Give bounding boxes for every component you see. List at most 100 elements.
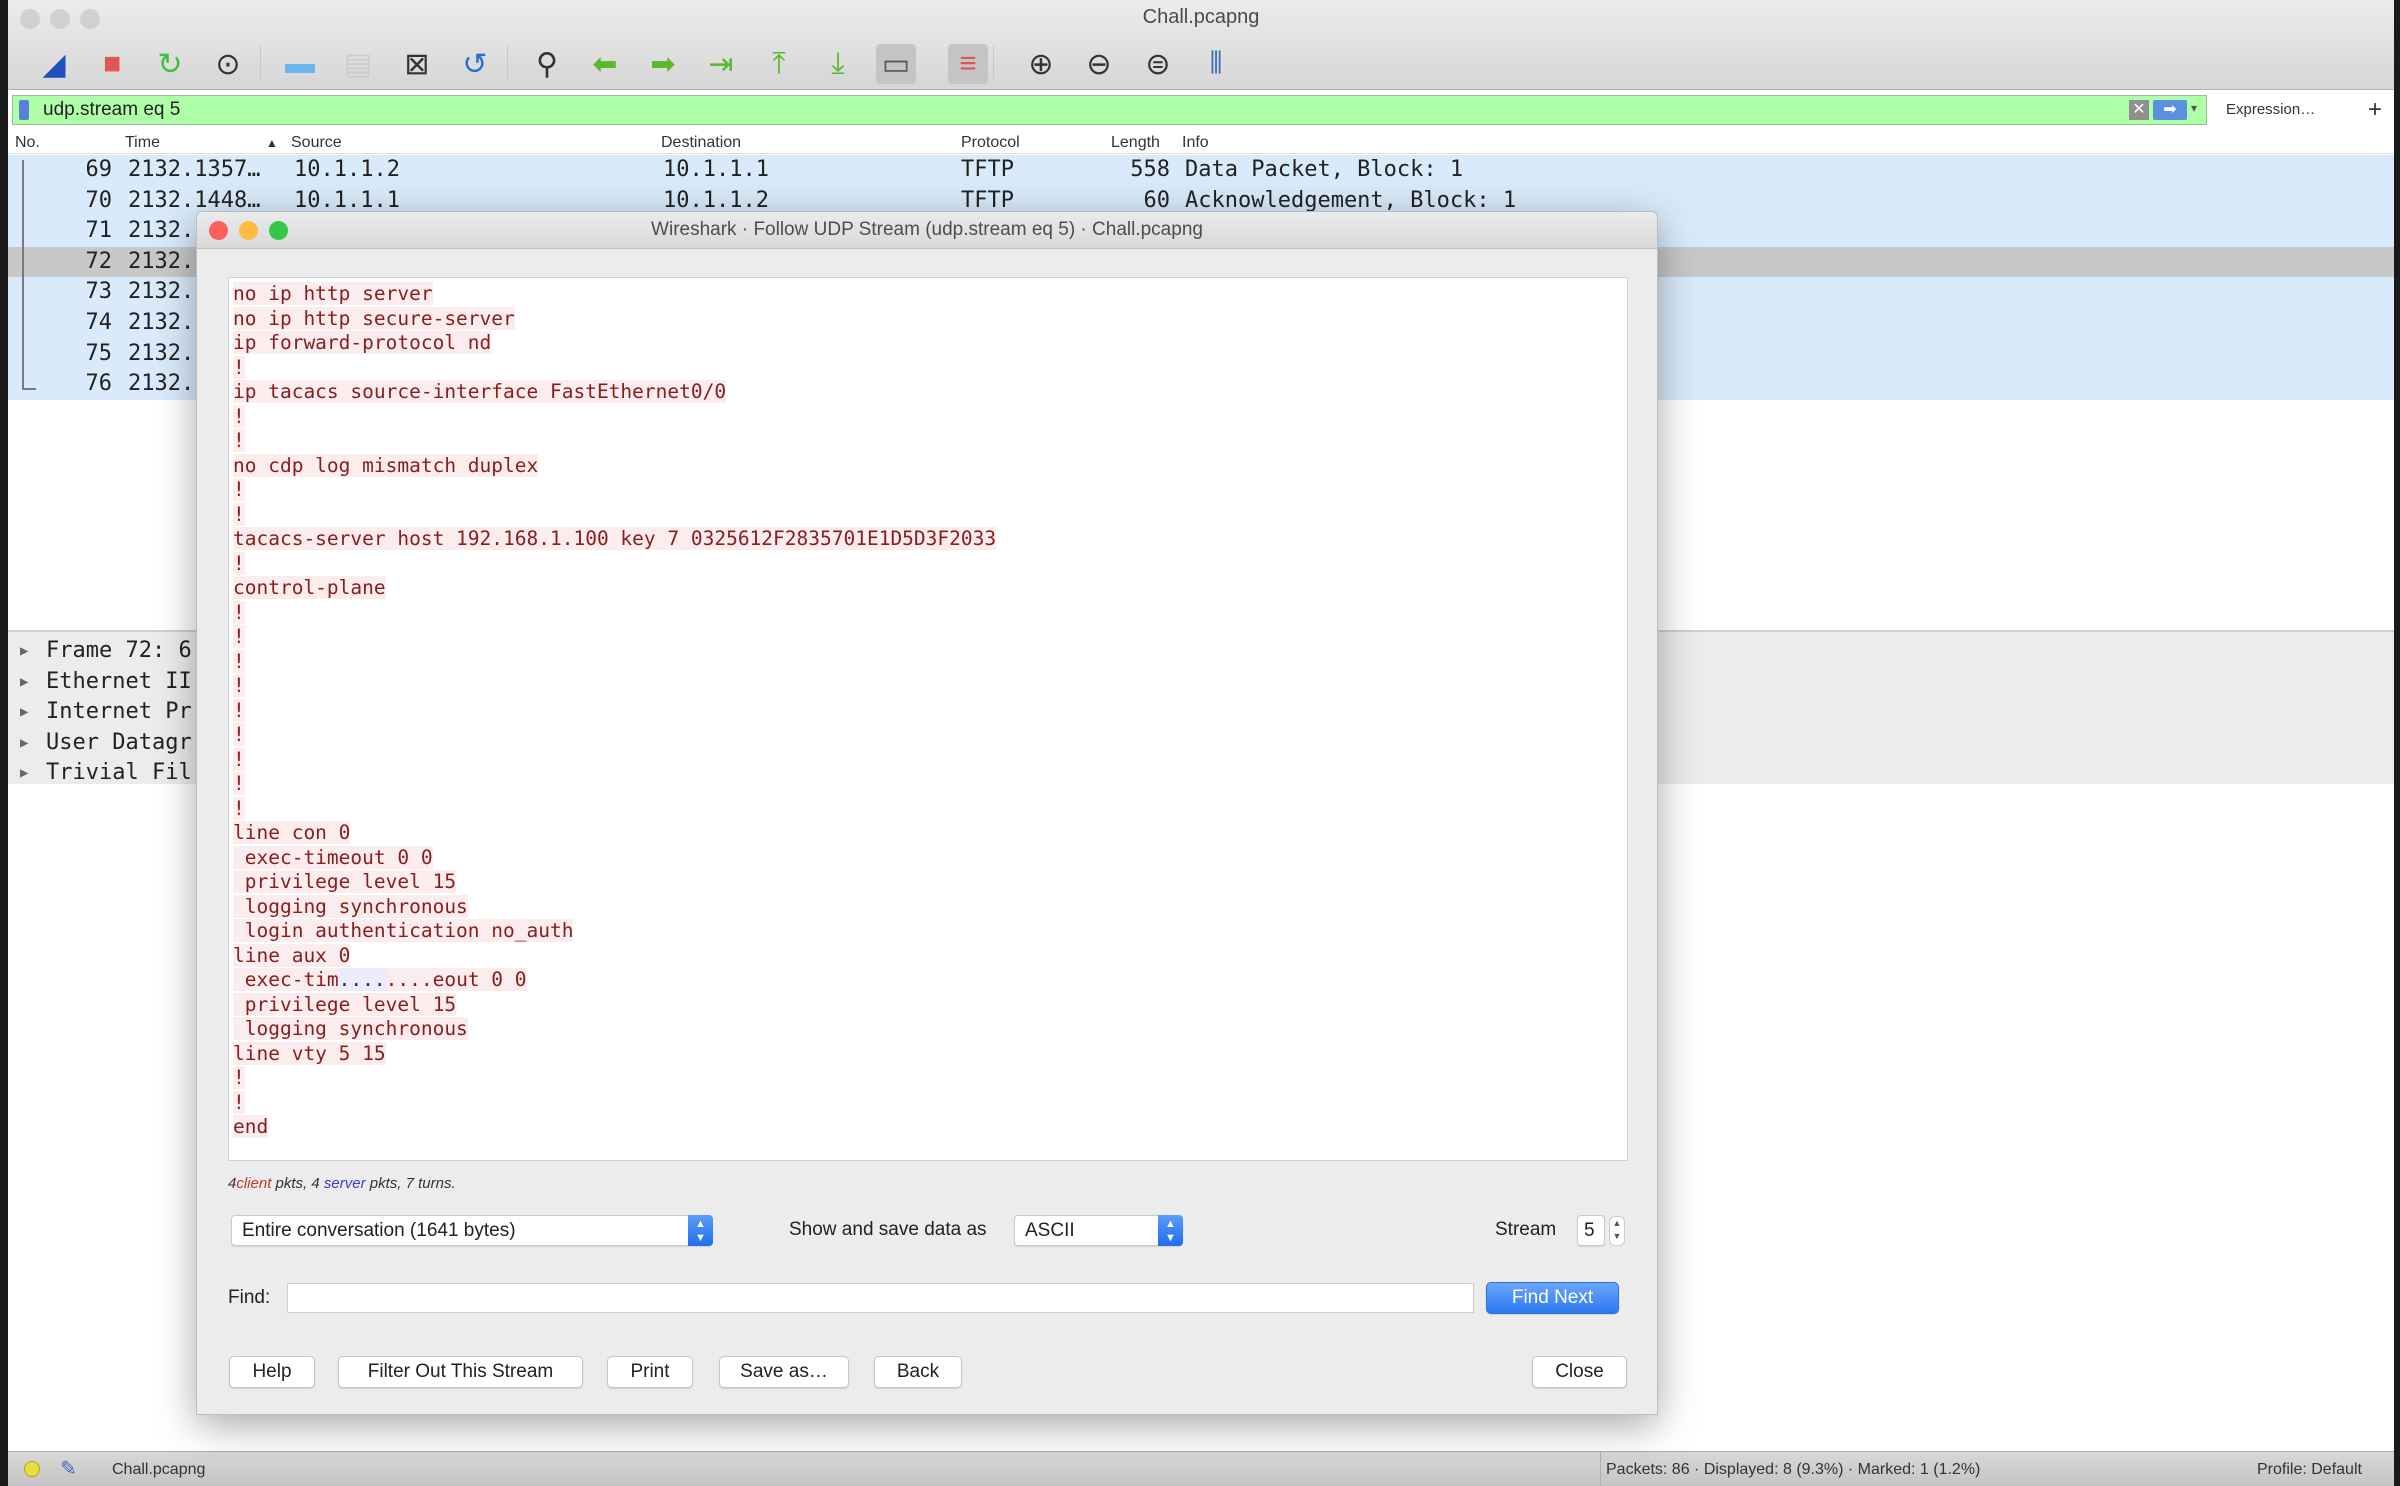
print-button[interactable]: Print — [607, 1356, 693, 1388]
status-bar: ✎ Chall.pcapng Packets: 86 · Displayed: … — [8, 1451, 2394, 1486]
stream-line — [233, 1140, 1627, 1161]
display-filter-bar[interactable]: udp.stream eq 5 ✕ ➡ ▾ — [12, 95, 2207, 125]
conversation-bracket-end — [22, 388, 36, 390]
expand-triangle-icon[interactable]: ▶ — [20, 667, 28, 698]
expand-triangle-icon[interactable]: ▶ — [20, 636, 28, 667]
edit-comment-icon[interactable]: ✎ — [60, 1456, 77, 1481]
apply-filter-arrow-icon[interactable]: ➡ — [2153, 100, 2187, 120]
save-as-button[interactable]: Save as… — [719, 1356, 849, 1388]
stream-line: privilege level 15 — [233, 992, 1627, 1018]
status-divider — [1600, 1452, 1601, 1486]
back-button[interactable]: Back — [874, 1356, 962, 1388]
column-protocol[interactable]: Protocol — [961, 134, 1020, 152]
server-text: .... — [338, 968, 386, 991]
help-button[interactable]: Help — [229, 1356, 315, 1388]
colorize-icon[interactable]: ≡ — [948, 44, 988, 84]
client-text: ! — [233, 600, 245, 624]
stream-line: ! — [233, 698, 1627, 724]
go-to-packet-icon[interactable]: ⇥ — [701, 44, 741, 84]
packet-no: 75 — [85, 340, 113, 366]
column-no[interactable]: No. — [15, 134, 40, 152]
find-next-button[interactable]: Find Next — [1486, 1282, 1619, 1314]
client-text: ! — [233, 772, 245, 795]
toolbar-separator — [993, 46, 994, 82]
column-time[interactable]: Time — [125, 134, 160, 152]
restart-capture-icon[interactable]: ↻ — [150, 44, 190, 84]
first-packet-icon[interactable]: ⤒ — [759, 44, 799, 84]
client-text: ! — [233, 355, 245, 379]
select-chevron-icon: ▲ ▼ — [688, 1215, 713, 1246]
toolbar-separator — [507, 46, 508, 82]
stream-line: no ip http server — [233, 282, 1627, 307]
client-text: ! — [233, 502, 245, 526]
detail-label: Frame 72: 6 — [46, 638, 192, 663]
find-packet-icon[interactable]: ⚲ — [527, 44, 567, 84]
client-text: ....eout 0 0 — [385, 968, 527, 991]
stream-number-input[interactable]: 5 — [1577, 1215, 1605, 1246]
stream-line: exec-tim........eout 0 0 — [233, 968, 1627, 993]
sort-ascending-icon: ▲ — [266, 136, 278, 150]
clear-filter-icon[interactable]: ✕ — [2129, 100, 2149, 120]
stream-content-text[interactable]: no ip http server no ip http secure-serve… — [228, 277, 1628, 1161]
client-text: line aux 0 — [233, 943, 351, 967]
shark-fin-start-icon[interactable]: ◢ — [34, 44, 74, 84]
add-filter-button[interactable]: + — [2368, 96, 2382, 124]
column-length[interactable]: Length — [1111, 134, 1160, 152]
client-text: ! — [233, 649, 245, 673]
stream-line: ! — [233, 1066, 1627, 1091]
zoom-in-icon[interactable]: ⊕ — [1021, 44, 1061, 84]
resize-columns-icon[interactable]: ⫴ — [1196, 44, 1236, 84]
packet-no: 74 — [85, 310, 113, 335]
packet-row[interactable]: 69 2132.1357… 10.1.1.2 10.1.1.1 TFTP 558 Data … — [8, 155, 2394, 186]
normal-size-icon[interactable]: ⊜ — [1138, 44, 1178, 84]
reload-file-icon[interactable]: ↺ — [455, 44, 495, 84]
stream-stepper[interactable]: ▲ ▼ — [1609, 1216, 1625, 1246]
expand-triangle-icon[interactable]: ▶ — [20, 697, 28, 728]
client-text: ! — [233, 747, 245, 771]
stream-line: ! — [233, 600, 1627, 626]
save-file-icon[interactable]: ▤ — [338, 44, 378, 84]
stream-line: no cdp log mismatch duplex — [233, 453, 1627, 479]
find-input[interactable] — [287, 1283, 1474, 1313]
stop-capture-icon[interactable]: ■ — [92, 44, 132, 84]
filter-out-stream-button[interactable]: Filter Out This Stream — [338, 1356, 583, 1388]
packet-time: 2132. — [128, 279, 195, 305]
status-packet-stats: Packets: 86 · Displayed: 8 (9.3%) · Mark… — [1606, 1461, 1981, 1478]
expert-info-icon[interactable] — [24, 1461, 40, 1477]
detail-label: Trivial Fil — [46, 760, 192, 786]
filter-history-dropdown-icon[interactable]: ▾ — [2191, 101, 2197, 115]
conversation-select[interactable]: Entire conversation (1641 bytes) ▲ ▼ — [231, 1215, 713, 1246]
expression-button[interactable]: Expression… — [2226, 101, 2315, 118]
display-filter-input[interactable]: udp.stream eq 5 — [43, 99, 180, 121]
auto-scroll-icon[interactable]: ▭ — [876, 44, 916, 84]
select-chevron-icon: ▲ ▼ — [1158, 1215, 1183, 1246]
packet-list-header: No. Time ▲ Source Destination Protocol L… — [8, 132, 2394, 154]
zoom-out-icon[interactable]: ⊖ — [1079, 44, 1119, 84]
go-back-arrow-icon[interactable]: ⬅ — [585, 44, 625, 84]
capture-options-gear-icon[interactable]: ⊙ — [208, 44, 248, 84]
packet-source: 10.1.1.2 — [294, 157, 400, 182]
stream-line: no ip http secure-server — [233, 306, 1627, 332]
column-info[interactable]: Info — [1182, 134, 1209, 152]
stream-line: ! — [233, 747, 1627, 773]
close-button[interactable]: Close — [1532, 1356, 1627, 1388]
column-destination[interactable]: Destination — [661, 134, 741, 152]
go-forward-arrow-icon[interactable]: ➡ — [643, 44, 683, 84]
status-profile[interactable]: Profile: Default — [2257, 1461, 2362, 1479]
client-text: ! — [233, 674, 245, 697]
column-source[interactable]: Source — [291, 134, 342, 152]
stream-line: line con 0 — [233, 821, 1627, 846]
close-file-icon[interactable]: ⊠ — [397, 44, 437, 84]
window-title: Chall.pcapng — [1142, 6, 1260, 28]
conversation-bracket — [22, 160, 24, 388]
show-as-select[interactable]: ASCII ▲ ▼ — [1014, 1215, 1183, 1246]
stream-line: ! — [233, 625, 1627, 650]
stream-line: ! — [233, 674, 1627, 699]
stream-line: exec-timeout 0 0 — [233, 845, 1627, 871]
expand-triangle-icon[interactable]: ▶ — [20, 728, 28, 759]
bookmark-icon[interactable] — [19, 100, 29, 120]
follow-udp-stream-dialog: Wireshark · Follow UDP Stream (udp.strea… — [196, 211, 1658, 1415]
open-folder-icon[interactable]: ▬ — [280, 44, 320, 84]
last-packet-icon[interactable]: ⤓ — [818, 44, 858, 84]
expand-triangle-icon[interactable]: ▶ — [20, 758, 28, 789]
